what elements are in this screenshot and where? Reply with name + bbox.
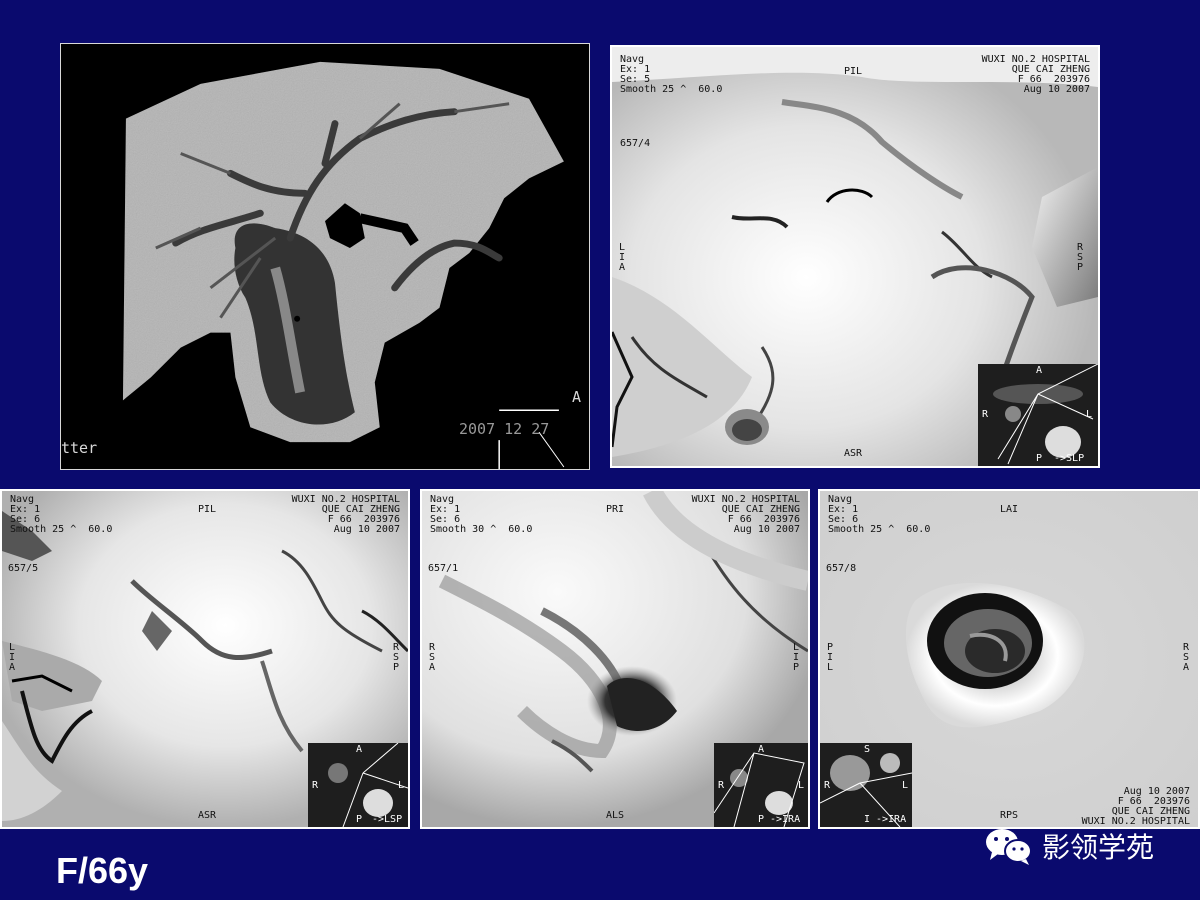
inset-top: A bbox=[758, 744, 765, 755]
inset-right: L bbox=[902, 780, 909, 791]
watermark-text: 影领学苑 bbox=[1042, 831, 1155, 864]
orientation-bottom: RPS bbox=[1000, 810, 1019, 821]
endoscopy-view-4: Navg Ex: 1 Se: 6 Smooth 25 ^ 60.0 LAI 657/8… bbox=[818, 489, 1200, 829]
orientation-right: LIP bbox=[792, 642, 800, 673]
orientation-right: RSA bbox=[1182, 642, 1190, 673]
orientation-left: RSA bbox=[428, 642, 436, 673]
hospital-info: WUXI NO.2 HOSPITAL QUE CAI ZHENG F 66 2039… bbox=[291, 494, 400, 535]
orientation-top: PIL bbox=[198, 504, 217, 515]
frame-number: 657/5 bbox=[8, 563, 39, 574]
inset-top: S bbox=[864, 744, 871, 755]
orientation-marker: A bbox=[572, 388, 582, 406]
liver-ct-image: tter 2007 12 27 A bbox=[60, 43, 590, 470]
navigator-inset: A R L P ->SLP bbox=[978, 364, 1098, 466]
orientation-top: PIL bbox=[844, 66, 863, 77]
inset-right: L bbox=[1086, 409, 1093, 420]
orientation-top: PRI bbox=[606, 504, 625, 515]
wechat-icon bbox=[986, 829, 1032, 865]
inset-direction: ->LSP bbox=[372, 814, 403, 825]
inset-right: L bbox=[398, 780, 405, 791]
frame-number: 657/8 bbox=[826, 563, 857, 574]
watermark: 影领学苑 bbox=[984, 826, 1154, 866]
navigator-inset: S R L I ->IRA bbox=[820, 743, 912, 827]
scan-params: Navg Ex: 1 Se: 5 Smooth 25 ^ 60.0 bbox=[620, 54, 723, 95]
endoscopy-view-2: Navg Ex: 1 Se: 6 Smooth 25 ^ 60.0 WUXI NO.2… bbox=[0, 489, 410, 829]
inset-direction: ->IRA bbox=[770, 814, 801, 825]
truncated-label: tter bbox=[61, 439, 98, 457]
navigator-inset: A R L P ->IRA bbox=[714, 743, 808, 827]
scan-params: Navg Ex: 1 Se: 6 Smooth 30 ^ 60.0 bbox=[430, 494, 533, 535]
frame-number: 657/4 bbox=[620, 138, 651, 149]
orientation-left: LIA bbox=[618, 242, 626, 273]
orientation-bottom: ALS bbox=[606, 810, 625, 821]
scan-params: Navg Ex: 1 Se: 6 Smooth 25 ^ 60.0 bbox=[10, 494, 113, 535]
navigator-inset: A R L P ->LSP bbox=[308, 743, 408, 827]
scan-params: Navg Ex: 1 Se: 6 Smooth 25 ^ 60.0 bbox=[828, 494, 931, 535]
inset-top: A bbox=[1036, 365, 1043, 376]
inset-bottom: P bbox=[758, 814, 765, 825]
scan-date: 2007 12 27 bbox=[459, 420, 550, 438]
patient-caption: F/66y bbox=[56, 850, 149, 891]
inset-bottom: P bbox=[356, 814, 363, 825]
orientation-left: LIA bbox=[8, 642, 16, 673]
orientation-right: RSP bbox=[1076, 242, 1084, 273]
inset-direction: ->IRA bbox=[876, 814, 907, 825]
liver-ct-drawing bbox=[122, 61, 565, 469]
inset-left: R bbox=[718, 780, 725, 791]
orientation-bottom: ASR bbox=[844, 448, 863, 459]
orientation-left: PIL bbox=[826, 642, 834, 673]
frame-number: 657/1 bbox=[428, 563, 459, 574]
orientation-top: LAI bbox=[1000, 504, 1019, 515]
inset-direction: ->SLP bbox=[1054, 453, 1085, 464]
inset-top: A bbox=[356, 744, 363, 755]
hospital-info: WUXI NO.2 HOSPITAL QUE CAI ZHENG F 66 2039… bbox=[981, 54, 1090, 95]
inset-right: L bbox=[798, 780, 805, 791]
inset-bottom: P bbox=[1036, 453, 1043, 464]
hospital-info: Aug 10 2007 F 66 203976 QUE CAI ZHENG WUXI … bbox=[1081, 786, 1190, 827]
endoscopy-view-1: Navg Ex: 1 Se: 5 Smooth 25 ^ 60.0 WUXI NO.2… bbox=[610, 45, 1100, 468]
orientation-bottom: ASR bbox=[198, 810, 217, 821]
hospital-info: WUXI NO.2 HOSPITAL QUE CAI ZHENG F 66 2039… bbox=[691, 494, 800, 535]
inset-bottom: I bbox=[864, 814, 871, 825]
inset-left: R bbox=[982, 409, 989, 420]
orientation-right: RSP bbox=[392, 642, 400, 673]
inset-left: R bbox=[312, 780, 319, 791]
navigator-inset-drawing bbox=[978, 364, 1098, 466]
endoscopy-view-3: Navg Ex: 1 Se: 6 Smooth 30 ^ 60.0 WUXI NO.2… bbox=[420, 489, 810, 829]
inset-left: R bbox=[824, 780, 831, 791]
